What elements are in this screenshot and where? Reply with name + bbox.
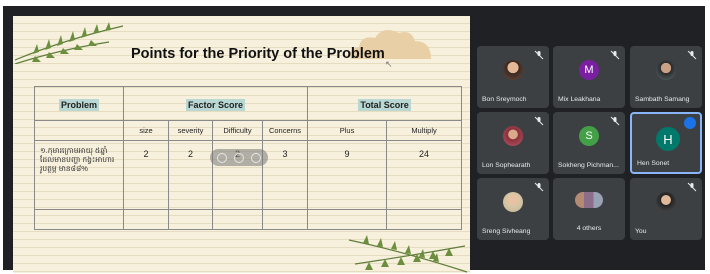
participant-tile-others[interactable]: 4 others [553, 178, 625, 240]
participant-tile[interactable]: Bon Sreymoch [477, 46, 549, 108]
empty-cell [212, 209, 263, 230]
participant-name: Sambath Samang [635, 96, 690, 103]
avatar [503, 192, 523, 212]
participant-name: Bon Sreymoch [482, 96, 527, 103]
speaking-indicator-icon [684, 117, 696, 129]
participant-name: You [635, 228, 647, 235]
participant-tile-active-speaker[interactable]: H Hen Sonet [630, 112, 702, 174]
cell-severity: 2 [168, 140, 213, 210]
mic-off-icon [534, 182, 544, 192]
mic-off-icon [687, 50, 697, 60]
subheader-blank [34, 120, 124, 141]
subheader-multiply: Multiply [386, 120, 463, 141]
header-factor-score: Factor Score [122, 86, 309, 121]
empty-cell [34, 209, 124, 230]
subheader-severity: severity [168, 120, 213, 141]
mic-off-icon [610, 50, 620, 60]
meeting-window: Points for the Priority of the Problem ↖… [3, 6, 705, 273]
participant-name: Lon Sophearath [482, 162, 531, 169]
avatar: S [579, 126, 599, 146]
shared-presentation: Points for the Priority of the Problem ↖… [13, 16, 470, 273]
avatar [656, 192, 676, 212]
participant-name: Hen Sonet [637, 160, 670, 167]
remove-icon[interactable] [250, 152, 261, 163]
mic-off-icon [610, 116, 620, 126]
empty-cell [168, 209, 213, 230]
participant-name: Sokheng Pichman... [558, 162, 619, 169]
pin-icon[interactable] [217, 152, 228, 163]
participant-tile[interactable]: Sambath Samang [630, 46, 702, 108]
avatar [656, 60, 676, 80]
participant-name: Sreng Sivheang [482, 228, 531, 235]
problem-description: ១.កុមារក្រោមអាយុ ៥ឆ្នាំដែលមានបញ្ហា កង្វះ… [34, 140, 124, 210]
others-count: 4 others [576, 225, 602, 232]
mic-off-icon [534, 50, 544, 60]
pointer-controls-overlay[interactable] [210, 149, 268, 166]
mouse-cursor-icon: ↖ [385, 59, 393, 69]
subheader-difficulty: Difficulty [212, 120, 263, 141]
empty-cell [123, 209, 169, 230]
cell-concerns: 3 [261, 140, 309, 210]
subheader-plus: Plus [307, 120, 388, 141]
cell-size: 2 [123, 140, 169, 210]
avatar [503, 126, 523, 146]
empty-cell [386, 209, 463, 230]
expand-icon[interactable] [233, 152, 244, 163]
avatar [503, 60, 523, 80]
empty-cell [307, 209, 388, 230]
cell-multiply: 24 [386, 140, 463, 210]
palm-leaf-decoration [348, 235, 468, 273]
mic-off-icon [687, 182, 697, 192]
avatar: H [656, 127, 680, 151]
avatar: M [579, 60, 599, 80]
header-total-score: Total Score [307, 86, 463, 121]
participant-name: Mix Leakhana [558, 96, 601, 103]
slide-title: Points for the Priority of the Problem [131, 46, 385, 62]
mic-off-icon [534, 116, 544, 126]
participant-tile[interactable]: M Mix Leakhana [553, 46, 625, 108]
subheader-size: size [123, 120, 169, 141]
participant-tile-self[interactable]: You [630, 178, 702, 240]
participant-tile[interactable]: Lon Sophearath [477, 112, 549, 174]
cell-plus: 9 [307, 140, 388, 210]
avatar-group-icon [575, 192, 603, 208]
subheader-concerns: Concerns [261, 120, 309, 141]
participant-tile[interactable]: Sreng Sivheang [477, 178, 549, 240]
header-problem: Problem [34, 86, 124, 121]
participant-tile[interactable]: S Sokheng Pichman... [553, 112, 625, 174]
palm-leaf-decoration [14, 22, 124, 64]
empty-cell [261, 209, 309, 230]
